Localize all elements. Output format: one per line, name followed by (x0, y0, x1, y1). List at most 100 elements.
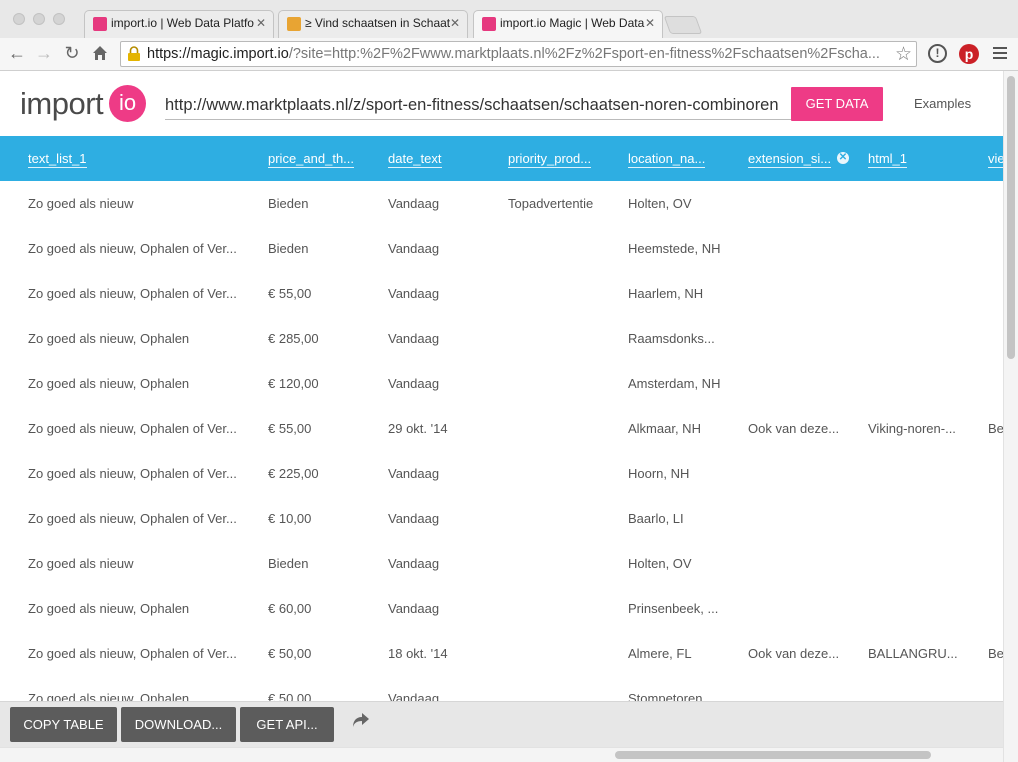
table-cell[interactable]: Viking-noren-... (868, 421, 978, 436)
table-cell[interactable]: BALLANGRU... (868, 646, 978, 661)
table-cell[interactable]: Alkmaar, NH (628, 421, 738, 436)
table-row[interactable]: Zo goed als nieuw, Ophalen of Ver... € 55… (0, 271, 1003, 316)
column-header[interactable]: date_text (388, 151, 442, 168)
logo[interactable]: import (20, 86, 104, 122)
table-cell[interactable]: 29 okt. '14 (388, 421, 498, 436)
table-cell[interactable]: Zo goed als nieuw (28, 196, 243, 211)
table-row[interactable]: Zo goed als nieuw, Ophalen of Ver... Bied… (0, 226, 1003, 271)
table-cell[interactable]: Baarlo, LI (628, 511, 738, 526)
table-cell[interactable]: Holten, OV (628, 196, 738, 211)
new-tab-button[interactable] (663, 16, 703, 34)
column-header[interactable]: extension_si... (748, 151, 832, 168)
browser-tab-2[interactable]: ≥ Vind schaatsen in Schaat ✕ (278, 10, 468, 38)
table-cell[interactable]: Vandaag (388, 601, 498, 616)
table-row[interactable]: Zo goed als nieuw, Ophalen € 285,00 Vandaa… (0, 316, 1003, 361)
table-row[interactable]: Zo goed als nieuw, Ophalen of Ver... € 10… (0, 496, 1003, 541)
table-cell[interactable]: € 55,00 (268, 421, 378, 436)
table-cell[interactable]: Bieden (268, 556, 378, 571)
browser-tab-1[interactable]: import.io | Web Data Platfo ✕ (84, 10, 274, 38)
table-cell[interactable]: Zo goed als nieuw, Ophalen of Ver... (28, 241, 243, 256)
examples-link[interactable]: Examples (914, 96, 971, 111)
table-cell[interactable]: Zo goed als nieuw, Ophalen of Ver... (28, 511, 243, 526)
vertical-scrollbar-thumb[interactable] (1007, 76, 1015, 359)
table-cell[interactable]: € 225,00 (268, 466, 378, 481)
table-cell[interactable]: Raamsdonks... (628, 331, 738, 346)
window-close-button[interactable] (13, 13, 25, 25)
horizontal-scrollbar-thumb[interactable] (615, 751, 931, 759)
table-cell[interactable]: € 10,00 (268, 511, 378, 526)
logo-badge[interactable]: io (109, 85, 146, 122)
table-cell[interactable]: Vandaag (388, 466, 498, 481)
table-cell[interactable]: Vandaag (388, 331, 498, 346)
table-cell[interactable]: Almere, FL (628, 646, 738, 661)
table-cell[interactable]: Vandaag (388, 196, 498, 211)
column-header[interactable]: priority_prod... (508, 151, 592, 168)
table-cell[interactable]: Vandaag (388, 691, 498, 701)
table-cell[interactable]: Bieden (268, 196, 378, 211)
forward-arrow-icon[interactable]: → (33, 42, 55, 64)
close-column-icon[interactable]: ✕ (837, 152, 849, 164)
table-cell[interactable]: Zo goed als nieuw, Ophalen (28, 376, 243, 391)
back-arrow-icon[interactable]: ← (6, 42, 28, 64)
extension-icon[interactable]: ! (928, 44, 947, 63)
table-cell[interactable]: Zo goed als nieuw (28, 556, 243, 571)
get-api-button[interactable]: GET API... (240, 707, 334, 742)
table-cell[interactable]: Zo goed als nieuw, Ophalen of Ver... (28, 646, 243, 661)
column-header[interactable]: text_list_1 (28, 151, 87, 168)
pinterest-icon[interactable]: p (959, 44, 979, 64)
table-cell[interactable]: Zo goed als nieuw, Ophalen of Ver... (28, 286, 243, 301)
table-cell[interactable]: Vandaag (388, 286, 498, 301)
home-icon[interactable] (89, 42, 111, 64)
table-cell[interactable]: € 50,00 (268, 691, 378, 701)
table-row[interactable]: Zo goed als nieuw, Ophalen € 60,00 Vandaag… (0, 586, 1003, 631)
table-cell[interactable]: Zo goed als nieuw, Ophalen of Ver... (28, 421, 243, 436)
column-header[interactable]: html_1 (868, 151, 908, 168)
column-header[interactable]: price_and_th... (268, 151, 355, 168)
table-row[interactable]: Zo goed als nieuw, Ophalen of Ver... € 55… (0, 406, 1003, 451)
address-bar[interactable]: https://magic.import.io/?site=http:%2F%2… (120, 41, 917, 67)
table-row[interactable]: Zo goed als nieuw, Ophalen of Ver... € 50… (0, 631, 1003, 676)
table-row[interactable]: Zo goed als nieuw, Ophalen of Ver... € 22… (0, 451, 1003, 496)
table-cell[interactable]: € 120,00 (268, 376, 378, 391)
get-data-button[interactable]: GET DATA (791, 87, 883, 121)
table-row[interactable]: Zo goed als nieuw, Ophalen € 120,00 Vandaa… (0, 361, 1003, 406)
table-cell[interactable]: Vandaag (388, 241, 498, 256)
window-zoom-button[interactable] (53, 13, 65, 25)
table-cell[interactable]: Hoorn, NH (628, 466, 738, 481)
menu-icon[interactable] (992, 45, 1008, 66)
table-cell[interactable]: Haarlem, NH (628, 286, 738, 301)
copy-table-button[interactable]: COPY TABLE (10, 707, 117, 742)
window-minimize-button[interactable] (33, 13, 45, 25)
column-header[interactable]: location_na... (628, 151, 706, 168)
share-icon[interactable] (352, 712, 370, 733)
table-cell[interactable]: Holten, OV (628, 556, 738, 571)
table-row[interactable]: Zo goed als nieuw, Ophalen € 50,00 Vandaag… (0, 676, 1003, 701)
table-row[interactable]: Zo goed als nieuw Bieden Vandaag Holten, OV (0, 541, 1003, 586)
table-cell[interactable]: € 285,00 (268, 331, 378, 346)
table-cell[interactable]: Zo goed als nieuw, Ophalen (28, 691, 243, 701)
table-cell[interactable]: Ook van deze... (748, 646, 858, 661)
table-cell[interactable]: Heemstede, NH (628, 241, 738, 256)
table-cell[interactable]: Zo goed als nieuw, Ophalen of Ver... (28, 466, 243, 481)
table-cell[interactable]: Zo goed als nieuw, Ophalen (28, 601, 243, 616)
table-cell[interactable]: Be (988, 646, 1003, 661)
table-cell[interactable]: Vandaag (388, 376, 498, 391)
tab-close-icon[interactable]: ✕ (256, 16, 266, 30)
table-cell[interactable]: Topadvertentie (508, 196, 618, 211)
tab-close-icon[interactable]: ✕ (450, 16, 460, 30)
browser-tab-3[interactable]: import.io Magic | Web Data ✕ (473, 10, 663, 38)
table-cell[interactable]: Stompetoren... (628, 691, 738, 701)
column-header[interactable]: vie (988, 151, 1003, 168)
table-cell[interactable]: € 60,00 (268, 601, 378, 616)
star-icon[interactable]: ☆ (895, 43, 912, 66)
table-cell[interactable]: Ook van deze... (748, 421, 858, 436)
table-cell[interactable]: Amsterdam, NH (628, 376, 738, 391)
table-cell[interactable]: Vandaag (388, 556, 498, 571)
tab-close-icon[interactable]: ✕ (645, 16, 655, 30)
table-cell[interactable]: Prinsenbeek, ... (628, 601, 738, 616)
table-cell[interactable]: Zo goed als nieuw, Ophalen (28, 331, 243, 346)
download-button[interactable]: DOWNLOAD... (121, 707, 236, 742)
table-cell[interactable]: Bieden (268, 241, 378, 256)
table-row[interactable]: Zo goed als nieuw Bieden Vandaag Topadverte… (0, 181, 1003, 226)
source-url-input[interactable] (165, 90, 793, 120)
